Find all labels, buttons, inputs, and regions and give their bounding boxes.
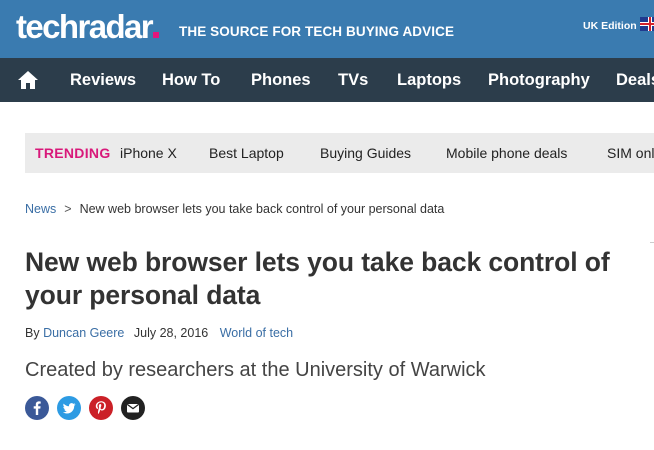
article-subheadline: Created by researchers at the University… bbox=[25, 359, 486, 381]
email-icon[interactable] bbox=[121, 396, 145, 420]
nav-item-reviews[interactable]: Reviews bbox=[70, 58, 136, 102]
techradar-logo[interactable]: techradar bbox=[16, 7, 160, 47]
logo-text: techradar bbox=[16, 8, 154, 45]
author-link[interactable]: Duncan Geere bbox=[43, 326, 124, 340]
edition-selector[interactable]: UK Edition bbox=[583, 20, 637, 32]
breadcrumb-separator: > bbox=[64, 202, 72, 216]
trending-label: TRENDING bbox=[35, 145, 111, 161]
article-byline: By Duncan Geere July 28, 2016 World of t… bbox=[25, 326, 293, 340]
trending-item-buying-guides[interactable]: Buying Guides bbox=[320, 133, 411, 173]
trending-item-best-laptop[interactable]: Best Laptop bbox=[209, 133, 284, 173]
pinterest-icon[interactable] bbox=[89, 396, 113, 420]
divider bbox=[650, 242, 654, 243]
byline-prefix: By bbox=[25, 326, 40, 340]
nav-item-phones[interactable]: Phones bbox=[251, 58, 311, 102]
trending-item-mobile-phone-deals[interactable]: Mobile phone deals bbox=[446, 133, 567, 173]
nav-item-deals[interactable]: Deals bbox=[616, 58, 654, 102]
facebook-icon[interactable] bbox=[25, 396, 49, 420]
home-icon[interactable] bbox=[17, 70, 39, 90]
trending-item-iphone-x[interactable]: iPhone X bbox=[120, 133, 177, 173]
breadcrumb-current: New web browser lets you take back contr… bbox=[79, 202, 445, 216]
category-link[interactable]: World of tech bbox=[220, 326, 293, 340]
nav-item-photography[interactable]: Photography bbox=[488, 58, 590, 102]
nav-item-tvs[interactable]: TVs bbox=[338, 58, 368, 102]
breadcrumb: News > New web browser lets you take back … bbox=[25, 202, 444, 216]
site-header: techradar THE SOURCE FOR TECH BUYING ADV… bbox=[0, 0, 654, 58]
logo-dot bbox=[153, 32, 160, 38]
breadcrumb-news-link[interactable]: News bbox=[25, 202, 56, 216]
nav-item-laptops[interactable]: Laptops bbox=[397, 58, 461, 102]
trending-item-sim-only-deals[interactable]: SIM only deals bbox=[607, 133, 654, 173]
site-tagline: THE SOURCE FOR TECH BUYING ADVICE bbox=[179, 24, 455, 39]
main-nav: Reviews How To Phones TVs Laptops Photog… bbox=[0, 58, 654, 102]
trending-bar: TRENDING iPhone X Best Laptop Buying Gui… bbox=[25, 133, 654, 173]
publish-date: July 28, 2016 bbox=[133, 326, 209, 340]
article-headline: New web browser lets you take back contr… bbox=[25, 247, 610, 310]
nav-item-how-to[interactable]: How To bbox=[162, 58, 220, 102]
twitter-icon[interactable] bbox=[57, 396, 81, 420]
uk-flag-icon[interactable] bbox=[640, 17, 654, 31]
